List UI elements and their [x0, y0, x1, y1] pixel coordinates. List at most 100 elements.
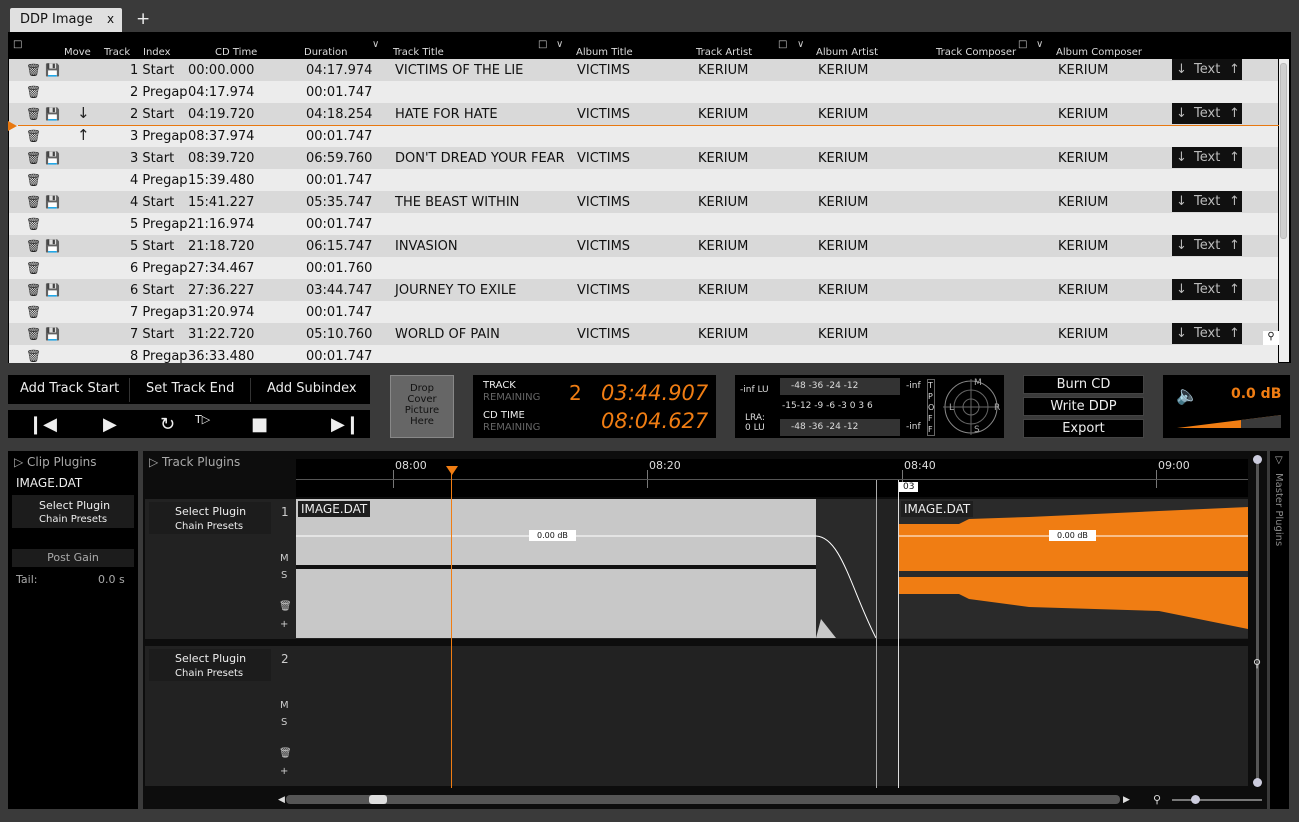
duration-cell[interactable]: 00:01.747 — [306, 305, 372, 320]
zoom-icon[interactable]: ⚲ — [1153, 793, 1161, 806]
playhead[interactable] — [451, 466, 452, 788]
tab-ddp-image[interactable]: DDP Image x — [10, 8, 122, 32]
select-plugin[interactable]: Select Plugin — [175, 652, 246, 665]
save-icon[interactable]: 💾 — [45, 63, 60, 77]
album-title-cell[interactable]: VICTIMS — [577, 63, 630, 78]
cd-time-cell[interactable]: 00:00.000 — [188, 63, 254, 78]
arrow-down-icon[interactable]: ↓ — [1176, 326, 1187, 341]
index-cell[interactable]: 5 Start — [130, 239, 174, 254]
table-scrollbar[interactable] — [1279, 59, 1289, 362]
tail-value[interactable]: 0.0 s — [98, 573, 125, 586]
arrow-up-icon[interactable]: ↑ — [1229, 194, 1240, 209]
track-title-cell[interactable]: DON'T DREAD YOUR FEAR — [395, 151, 565, 166]
zoom-icon[interactable]: ⚲ — [1253, 657, 1261, 670]
track-title-cell[interactable]: INVASION — [395, 239, 458, 254]
index-cell[interactable]: 1 Start — [130, 63, 174, 78]
album-artist-cell[interactable]: KERIUM — [818, 151, 868, 166]
table-row[interactable]: 🗑 5 Pregap 21:16.974 00:01.747 — [9, 213, 1278, 235]
trash-icon[interactable]: 🗑 — [26, 239, 41, 253]
cd-time-cell[interactable]: 31:22.720 — [188, 327, 254, 342]
duration-cell[interactable]: 05:35.747 — [306, 195, 372, 210]
index-cell[interactable]: 6 Start — [130, 283, 174, 298]
mute-button[interactable]: M — [280, 553, 289, 564]
export-button[interactable]: Export — [1023, 419, 1144, 438]
vertical-zoom-track[interactable] — [1256, 460, 1259, 785]
track-artist-cell[interactable]: KERIUM — [698, 63, 748, 78]
cd-time-cell[interactable]: 21:16.974 — [188, 217, 254, 232]
cd-time-cell[interactable]: 36:33.480 — [188, 349, 254, 363]
save-icon[interactable]: 💾 — [45, 239, 60, 253]
trash-icon[interactable]: 🗑 — [26, 217, 41, 231]
track-title-cell[interactable]: WORLD OF PAIN — [395, 327, 500, 342]
duration-cell[interactable]: 04:18.254 — [306, 107, 372, 122]
chain-presets[interactable]: Chain Presets — [175, 668, 243, 679]
arrow-up-icon[interactable]: ↑ — [1229, 106, 1240, 121]
add-tab-button[interactable]: + — [136, 9, 150, 29]
duration-cell[interactable]: 05:10.760 — [306, 327, 372, 342]
vertical-zoom-handle[interactable] — [1253, 778, 1262, 787]
trash-icon[interactable]: 🗑 — [26, 305, 41, 319]
play-from-cursor-icon[interactable]: T▷ — [195, 413, 210, 426]
table-row[interactable]: 🗑 💾 ↓ 2 Start 04:19.720 04:18.254 HATE FOR HAT… — [9, 103, 1278, 125]
album-composer-cell[interactable]: KERIUM — [1058, 107, 1108, 122]
cd-time-cell[interactable]: 04:17.974 — [188, 85, 254, 100]
table-row[interactable]: 🗑 6 Pregap 27:34.467 00:01.760 — [9, 257, 1278, 279]
arrow-down-icon[interactable]: ↓ — [1176, 106, 1187, 121]
tab-close-button[interactable]: x — [107, 12, 114, 26]
table-row[interactable]: 🗑 💾 6 Start 27:36.227 03:44.747 JOURNEY TO EX… — [9, 279, 1278, 301]
arrow-up-icon[interactable]: ↑ — [1229, 150, 1240, 165]
arrow-up-icon[interactable]: ↑ — [1229, 238, 1240, 253]
table-row[interactable]: 🗑 💾 5 Start 21:18.720 06:15.747 INVASION VICTI… — [9, 235, 1278, 257]
add-subindex-button[interactable]: Add Subindex — [267, 381, 357, 396]
duration-cell[interactable]: 00:01.747 — [306, 173, 372, 188]
audio-clip-selected[interactable]: IMAGE.DAT 0.00 dB — [899, 499, 1248, 638]
post-gain-button[interactable]: Post Gain — [12, 549, 134, 567]
collapse-icon[interactable]: ∨ — [372, 39, 379, 50]
track-plugin-slot[interactable]: Select Plugin Chain Presets — [149, 649, 271, 681]
trash-icon[interactable]: 🗑 — [26, 129, 41, 143]
trash-icon[interactable]: 🗑 — [26, 63, 41, 77]
table-row[interactable]: 🗑 💾 4 Start 15:41.227 05:35.747 THE BEAST WIT… — [9, 191, 1278, 213]
clip-plugins-title[interactable]: ▷ Clip Plugins — [14, 455, 97, 469]
duration-cell[interactable]: 00:01.747 — [306, 217, 372, 232]
clip-plugin-slot[interactable]: Select Plugin Chain Presets — [12, 495, 134, 528]
arrow-down-icon[interactable]: ↓ — [1176, 238, 1187, 253]
chain-presets[interactable]: Chain Presets — [39, 514, 107, 525]
write-ddp-button[interactable]: Write DDP — [1023, 397, 1144, 416]
vertical-zoom-handle[interactable] — [1253, 455, 1262, 464]
duration-cell[interactable]: 06:59.760 — [306, 151, 372, 166]
album-title-cell[interactable]: VICTIMS — [577, 151, 630, 166]
scroll-right-icon[interactable]: ▶ — [1123, 795, 1130, 805]
burn-cd-button[interactable]: Burn CD — [1023, 375, 1144, 394]
album-artist-cell[interactable]: KERIUM — [818, 63, 868, 78]
album-composer-cell[interactable]: KERIUM — [1058, 283, 1108, 298]
add-lane-button[interactable]: + — [280, 766, 288, 777]
arrow-down-icon[interactable]: ↓ — [1176, 282, 1187, 297]
trash-icon[interactable]: 🗑 — [26, 85, 41, 99]
arrow-down-icon[interactable]: ↓ — [1176, 62, 1187, 77]
album-title-cell[interactable]: VICTIMS — [577, 107, 630, 122]
copy-icon[interactable]: □ — [1018, 39, 1027, 50]
index-cell[interactable]: 4 Pregap — [130, 173, 188, 188]
duration-cell[interactable]: 00:01.747 — [306, 85, 372, 100]
cd-text-button[interactable]: ↓ Text ↑ — [1172, 147, 1242, 168]
move-up-icon[interactable]: ↑ — [77, 126, 90, 144]
album-artist-cell[interactable]: KERIUM — [818, 107, 868, 122]
horizontal-zoom-handle[interactable] — [1191, 795, 1200, 804]
speaker-icon[interactable]: 🔈 — [1176, 385, 1198, 406]
zoom-icon[interactable]: ⚲ — [1263, 331, 1279, 345]
track-plugins-title[interactable]: ▷ Track Plugins — [149, 455, 240, 469]
table-row[interactable]: 🗑 2 Pregap 04:17.974 00:01.747 — [9, 81, 1278, 103]
index-cell[interactable]: 4 Start — [130, 195, 174, 210]
clip-gain[interactable]: 0.00 dB — [529, 530, 576, 541]
track-title-cell[interactable]: HATE FOR HATE — [395, 107, 498, 122]
album-composer-cell[interactable]: KERIUM — [1058, 151, 1108, 166]
arrow-up-icon[interactable]: ↑ — [1229, 62, 1240, 77]
index-cell[interactable]: 7 Start — [130, 327, 174, 342]
collapse-icon[interactable]: ∨ — [1036, 39, 1043, 50]
track-plugin-slot[interactable]: Select Plugin Chain Presets — [149, 502, 271, 534]
add-track-start-button[interactable]: Add Track Start — [20, 381, 119, 396]
master-plugins-panel[interactable]: ▽ Master Plugins — [1270, 451, 1289, 809]
clip-gain[interactable]: 0.00 dB — [1049, 530, 1096, 541]
duration-cell[interactable]: 00:01.747 — [306, 349, 372, 363]
